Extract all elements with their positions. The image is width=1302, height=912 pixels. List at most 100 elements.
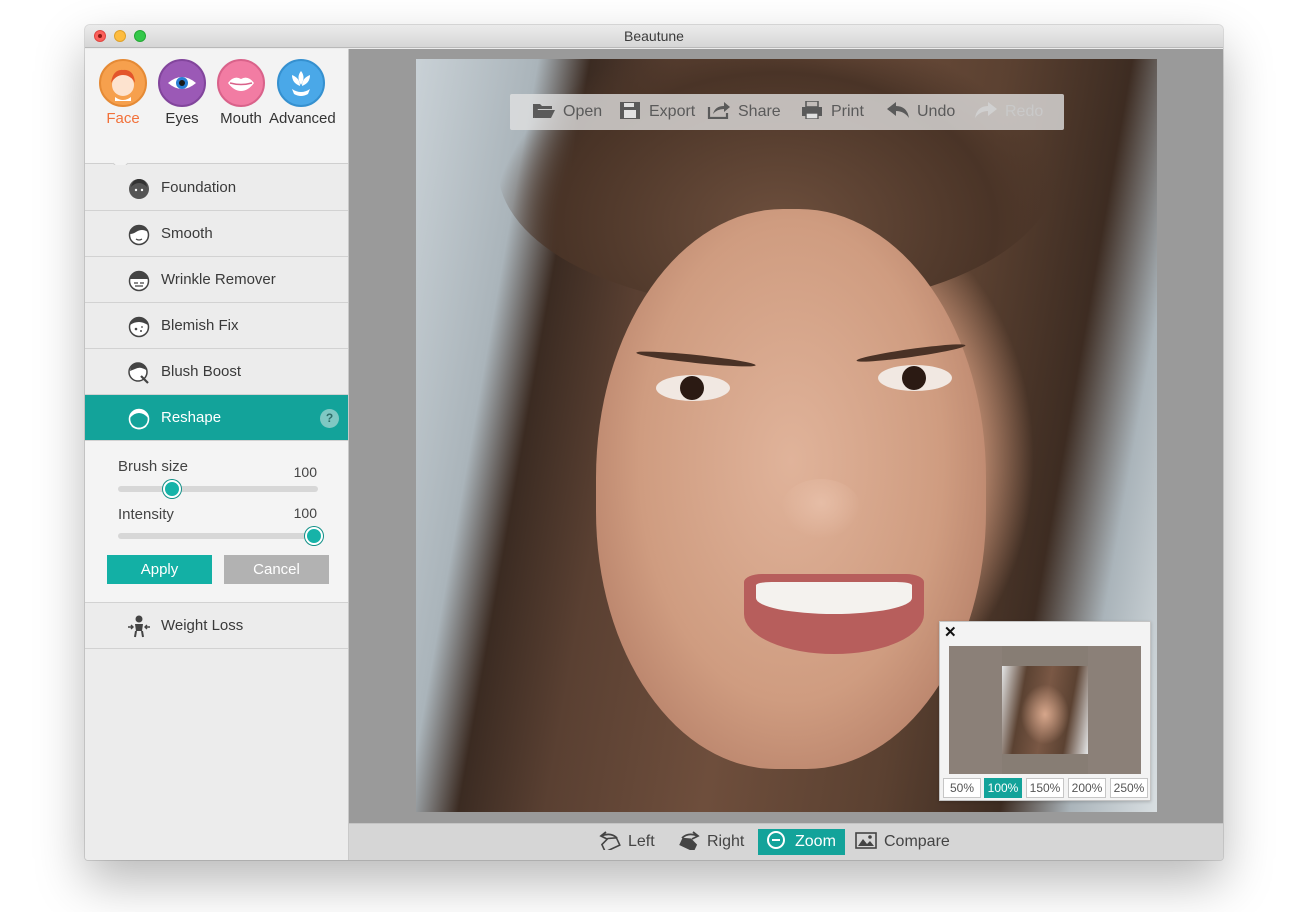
rotate-right-label: Right — [707, 833, 745, 850]
print-label: Print — [831, 103, 864, 120]
tab-mouth-label: Mouth — [220, 110, 262, 127]
compare-button[interactable]: Compare — [855, 829, 950, 855]
tab-eyes[interactable]: Eyes — [150, 59, 214, 127]
navigator-panel: ✕ 50% 100% 150% 200% 250% — [939, 621, 1151, 801]
reshape-settings-panel: Brush size 100 Intensity 100 Apply Cance… — [85, 441, 348, 603]
tab-eyes-label: Eyes — [165, 110, 199, 127]
image-compare-icon — [855, 832, 877, 849]
weight-loss-icon — [128, 615, 150, 638]
zoom-150-button[interactable]: 150% — [1026, 778, 1064, 798]
tool-blemish-fix-label: Blemish Fix — [161, 317, 239, 334]
undo-icon — [887, 102, 909, 118]
zoom-button[interactable]: Zoom — [758, 829, 845, 855]
foundation-icon — [129, 179, 149, 199]
tab-advanced[interactable]: Advanced — [269, 59, 336, 127]
cancel-button[interactable]: Cancel — [224, 555, 329, 584]
sidebar: Face Eyes Mouth Advanced Foundation Smoo… — [85, 49, 349, 860]
tab-advanced-label: Advanced — [269, 110, 336, 127]
help-button[interactable]: ? — [320, 409, 339, 428]
zoom-50-button[interactable]: 50% — [943, 778, 981, 798]
lips-icon — [217, 59, 265, 107]
undo-label: Undo — [917, 103, 956, 120]
navigator-thumbnail — [1002, 666, 1088, 754]
share-label: Share — [738, 103, 781, 120]
intensity-slider[interactable] — [118, 527, 323, 545]
intensity-slider-thumb[interactable] — [305, 527, 323, 545]
photo-left-eye — [656, 375, 730, 401]
smooth-icon — [128, 224, 150, 246]
navigator-close-icon[interactable]: ✕ — [944, 623, 957, 641]
undo-button[interactable]: Undo — [886, 94, 955, 130]
folder-open-icon — [533, 104, 555, 118]
brush-size-value: 100 — [293, 464, 317, 480]
printer-icon — [802, 101, 822, 119]
rotate-left-button[interactable]: Left — [599, 829, 655, 855]
export-button[interactable]: Export — [618, 94, 695, 130]
zoom-200-button[interactable]: 200% — [1068, 778, 1106, 798]
tool-blemish-fix[interactable]: Blemish Fix — [85, 303, 348, 349]
compare-label: Compare — [884, 833, 950, 850]
brush-size-label: Brush size — [118, 458, 189, 475]
open-button[interactable]: Open — [532, 94, 602, 130]
tool-blush-boost[interactable]: Blush Boost — [85, 349, 348, 395]
save-icon — [620, 102, 640, 119]
zoom-250-button[interactable]: 250% — [1110, 778, 1148, 798]
rotate-left-label: Left — [628, 833, 655, 850]
tool-wrinkle-remover-label: Wrinkle Remover — [161, 271, 276, 288]
intensity-label: Intensity — [118, 506, 174, 523]
tool-foundation-label: Foundation — [161, 179, 237, 196]
tab-face[interactable]: Face — [91, 59, 155, 127]
wrinkle-remover-icon — [128, 270, 150, 292]
zoom-100-button[interactable]: 100% — [984, 778, 1022, 798]
tool-foundation[interactable]: Foundation — [85, 165, 348, 211]
category-tabs: Face Eyes Mouth Advanced — [85, 49, 348, 172]
print-button[interactable]: Print — [800, 94, 864, 130]
canvas-area: Open Export Share Print Undo Redo ✕ 50% … — [349, 49, 1223, 823]
window-title: Beautune — [624, 28, 684, 44]
tool-smooth[interactable]: Smooth — [85, 211, 348, 257]
tool-list: Foundation Smooth Wrinkle Remover Blemis… — [85, 165, 348, 649]
zoom-out-icon — [767, 831, 785, 849]
brush-size-slider[interactable] — [118, 480, 318, 498]
tool-weight-loss-label: Weight Loss — [161, 617, 244, 634]
floating-toolbar: Open Export Share Print Undo Redo — [510, 94, 1064, 130]
tool-blush-boost-label: Blush Boost — [161, 363, 242, 380]
share-button[interactable]: Share — [707, 94, 781, 130]
tool-reshape-label: Reshape — [161, 409, 222, 426]
reshape-icon — [128, 408, 150, 430]
tool-weight-loss[interactable]: Weight Loss — [85, 603, 348, 649]
eye-icon — [158, 59, 206, 107]
blemish-fix-icon — [128, 316, 150, 338]
rotate-left-icon — [599, 831, 621, 850]
minimize-window-button[interactable] — [114, 30, 126, 42]
photo-right-eye — [878, 365, 952, 391]
zoom-level-buttons: 50% 100% 150% 200% 250% — [943, 778, 1149, 798]
bottom-toolbar: Left Right Zoom Compare — [349, 823, 1223, 860]
zoom-label: Zoom — [795, 833, 836, 850]
open-label: Open — [563, 103, 603, 120]
tool-reshape[interactable]: Reshape ? — [85, 395, 348, 441]
photo-teeth — [756, 582, 912, 614]
photo-mouth — [744, 574, 924, 654]
face-icon — [99, 59, 147, 107]
close-window-button[interactable] — [94, 30, 106, 42]
navigator-preview[interactable] — [949, 646, 1141, 774]
tab-mouth[interactable]: Mouth — [209, 59, 273, 127]
redo-icon — [975, 102, 997, 118]
tool-wrinkle-remover[interactable]: Wrinkle Remover — [85, 257, 348, 303]
flower-icon — [277, 59, 325, 107]
photo-nose — [781, 479, 861, 539]
redo-button[interactable]: Redo — [974, 94, 1043, 130]
intensity-value: 100 — [293, 505, 317, 521]
apply-button[interactable]: Apply — [107, 555, 212, 584]
title-bar: Beautune — [85, 25, 1223, 48]
tab-face-label: Face — [106, 110, 140, 127]
brush-size-slider-thumb[interactable] — [163, 480, 181, 498]
redo-label: Redo — [1005, 103, 1044, 120]
maximize-window-button[interactable] — [134, 30, 146, 42]
rotate-right-icon — [679, 831, 700, 850]
export-label: Export — [649, 103, 696, 120]
share-icon — [707, 102, 730, 119]
rotate-right-button[interactable]: Right — [678, 829, 744, 855]
tool-smooth-label: Smooth — [161, 225, 213, 242]
